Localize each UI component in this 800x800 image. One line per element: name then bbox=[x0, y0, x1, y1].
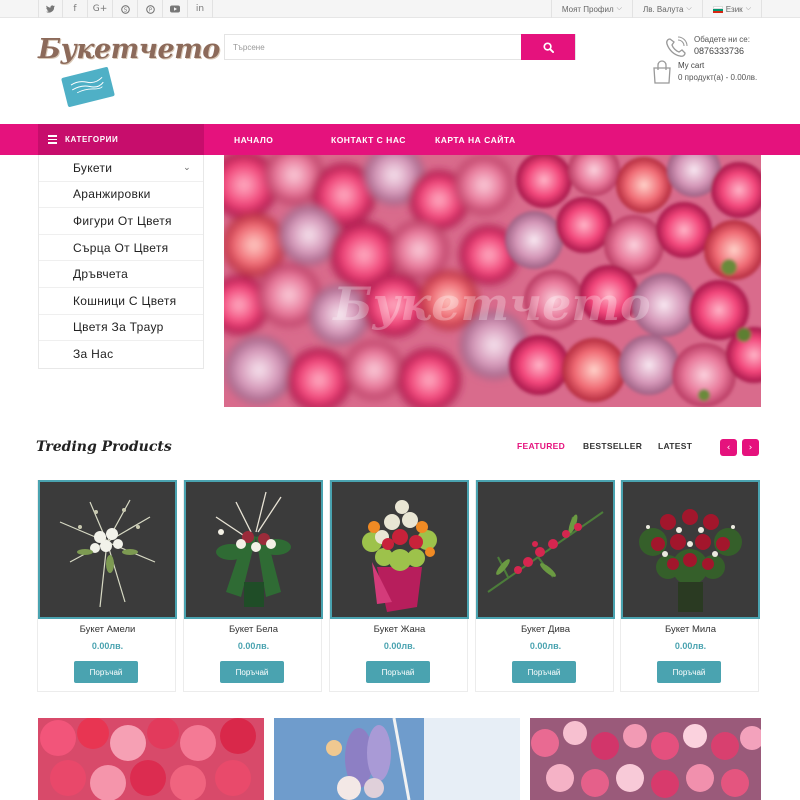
product-image[interactable] bbox=[38, 480, 177, 619]
category-label: За Нас bbox=[73, 347, 114, 362]
shopping-cart[interactable]: My cart 0 продукт(а) - 0.00лв. bbox=[652, 58, 764, 86]
product-name[interactable]: Букет Жана bbox=[330, 624, 469, 635]
order-button[interactable]: Поръчай bbox=[220, 661, 284, 683]
phone-icon bbox=[666, 36, 688, 57]
shopping-bag-icon bbox=[653, 60, 671, 84]
order-button[interactable]: Поръчай bbox=[657, 661, 721, 683]
product-price: 0.00лв. bbox=[529, 641, 562, 651]
hamburger-icon bbox=[48, 135, 57, 144]
cart-label: My cart bbox=[678, 61, 705, 70]
skype-icon[interactable]: S bbox=[113, 0, 138, 18]
category-label: Дръвчета bbox=[73, 267, 129, 282]
category-label: Букети bbox=[73, 160, 113, 175]
product-image[interactable] bbox=[184, 480, 323, 619]
tab-featured[interactable]: FEATURED bbox=[517, 441, 565, 451]
product-name[interactable]: Букет Бела bbox=[184, 624, 323, 635]
tab-latest[interactable]: LATEST bbox=[658, 441, 692, 451]
contact-phone: Обадете ни се: 0876333736 bbox=[664, 34, 764, 58]
product-name[interactable]: Букет Амели bbox=[38, 624, 177, 635]
promo-banner[interactable] bbox=[274, 718, 520, 800]
product-card: Букет Мила 0.00лв. Поръчай bbox=[620, 480, 760, 692]
product-price: 0.00лв. bbox=[237, 641, 270, 651]
category-item-trees[interactable]: Дръвчета bbox=[39, 261, 203, 288]
product-card: Букет Дива 0.00лв. Поръчай bbox=[475, 480, 615, 692]
currency-dropdown[interactable]: Лв. Валута ⌵ bbox=[631, 0, 702, 18]
top-right-menu: Моят Профил ⌵ Лв. Валута ⌵ Език ⌵ bbox=[550, 0, 762, 18]
roses-banner-image: Букетчето bbox=[224, 155, 761, 407]
product-card: Букет Жана 0.00лв. Поръчай bbox=[329, 480, 469, 692]
tab-bestseller[interactable]: BESTSELLER bbox=[583, 441, 642, 451]
hero-banner[interactable]: Букетчето bbox=[224, 155, 761, 407]
category-item-arrangements[interactable]: Аранжировки bbox=[39, 182, 203, 209]
top-bar: f G+ S P in Моят Профил ⌵ Лв. Валута ⌵ Е… bbox=[0, 0, 800, 18]
chevron-down-icon: ⌵ bbox=[745, 5, 751, 12]
currency-label: Лв. Валута bbox=[642, 4, 684, 14]
categories-label: КАТЕГОРИИ bbox=[65, 135, 119, 144]
search-icon bbox=[542, 41, 554, 53]
facebook-icon[interactable]: f bbox=[63, 0, 88, 18]
category-label: Фигури От Цветя bbox=[73, 213, 172, 228]
category-label: Кошници С Цветя bbox=[73, 293, 177, 308]
my-profile-label: Моят Профил bbox=[561, 4, 614, 14]
category-item-funeral[interactable]: Цветя За Траур bbox=[39, 315, 203, 342]
bulgarian-flag-icon bbox=[712, 5, 723, 13]
category-item-about[interactable]: За Нас bbox=[39, 341, 203, 368]
product-image[interactable] bbox=[476, 480, 615, 619]
category-item-baskets[interactable]: Кошници С Цветя bbox=[39, 288, 203, 315]
section-title: Treding Products bbox=[36, 439, 172, 455]
order-button[interactable]: Поръчай bbox=[512, 661, 576, 683]
category-label: Аранжировки bbox=[73, 187, 151, 202]
search-button[interactable] bbox=[521, 34, 575, 60]
nav-link-sitemap[interactable]: КАРТА НА САЙТА bbox=[435, 124, 516, 155]
promo-banner[interactable] bbox=[530, 718, 761, 800]
cart-summary: 0 продукт(а) - 0.00лв. bbox=[678, 73, 758, 82]
main-navigation: КАТЕГОРИИ НАЧАЛО КОНТАКТ С НАС КАРТА НА … bbox=[0, 124, 800, 155]
product-image[interactable] bbox=[621, 480, 760, 619]
prev-arrow-button[interactable]: ‹ bbox=[720, 439, 737, 456]
pinterest-icon[interactable]: P bbox=[138, 0, 163, 18]
chevron-down-icon: ⌵ bbox=[616, 5, 622, 12]
phone-number[interactable]: 0876333736 bbox=[694, 46, 744, 56]
logo-tag bbox=[61, 66, 115, 108]
category-list: Букети ⌄ Аранжировки Фигури От Цветя Сър… bbox=[38, 155, 204, 369]
my-profile-dropdown[interactable]: Моят Профил ⌵ bbox=[550, 0, 632, 18]
language-dropdown[interactable]: Език ⌵ bbox=[701, 0, 762, 18]
logo-text: Букетчето bbox=[38, 34, 220, 65]
search-input[interactable] bbox=[225, 35, 523, 59]
product-price: 0.00лв. bbox=[383, 641, 416, 651]
categories-toggle[interactable]: КАТЕГОРИИ bbox=[38, 124, 204, 155]
product-price: 0.00лв. bbox=[91, 641, 124, 651]
chevron-down-icon: ⌵ bbox=[686, 5, 692, 12]
category-item-bouquets[interactable]: Букети ⌄ bbox=[39, 155, 203, 182]
product-card: Букет Бела 0.00лв. Поръчай bbox=[183, 480, 323, 692]
promo-banner[interactable] bbox=[38, 718, 264, 800]
product-price: 0.00лв. bbox=[674, 641, 707, 651]
banner-watermark: Букетчето bbox=[331, 277, 650, 331]
svg-text:S: S bbox=[123, 7, 127, 13]
category-label: Сърца От Цветя bbox=[73, 240, 169, 255]
product-name[interactable]: Букет Дива bbox=[476, 624, 615, 635]
category-item-flower-figures[interactable]: Фигури От Цветя bbox=[39, 208, 203, 235]
next-arrow-button[interactable]: › bbox=[742, 439, 759, 456]
product-card: Букет Амели 0.00лв. Поръчай bbox=[37, 480, 177, 692]
twitter-icon[interactable] bbox=[38, 0, 63, 18]
product-name[interactable]: Букет Мила bbox=[621, 624, 760, 635]
chevron-down-icon: ⌄ bbox=[183, 162, 191, 173]
product-image[interactable] bbox=[330, 480, 469, 619]
linkedin-icon[interactable]: in bbox=[188, 0, 213, 18]
category-item-flower-hearts[interactable]: Сърца От Цветя bbox=[39, 235, 203, 262]
nav-link-home[interactable]: НАЧАЛО bbox=[234, 124, 273, 155]
order-button[interactable]: Поръчай bbox=[366, 661, 430, 683]
site-logo[interactable]: Букетчето bbox=[38, 34, 220, 108]
order-button[interactable]: Поръчай bbox=[74, 661, 138, 683]
youtube-icon[interactable] bbox=[163, 0, 188, 18]
phone-label: Обадете ни се: bbox=[694, 35, 750, 44]
search-bar bbox=[224, 34, 576, 60]
google-plus-icon[interactable]: G+ bbox=[88, 0, 113, 18]
social-links: f G+ S P in bbox=[38, 0, 213, 18]
category-label: Цветя За Траур bbox=[73, 320, 164, 335]
language-label: Език bbox=[725, 4, 743, 14]
nav-link-contact[interactable]: КОНТАКТ С НАС bbox=[331, 124, 406, 155]
